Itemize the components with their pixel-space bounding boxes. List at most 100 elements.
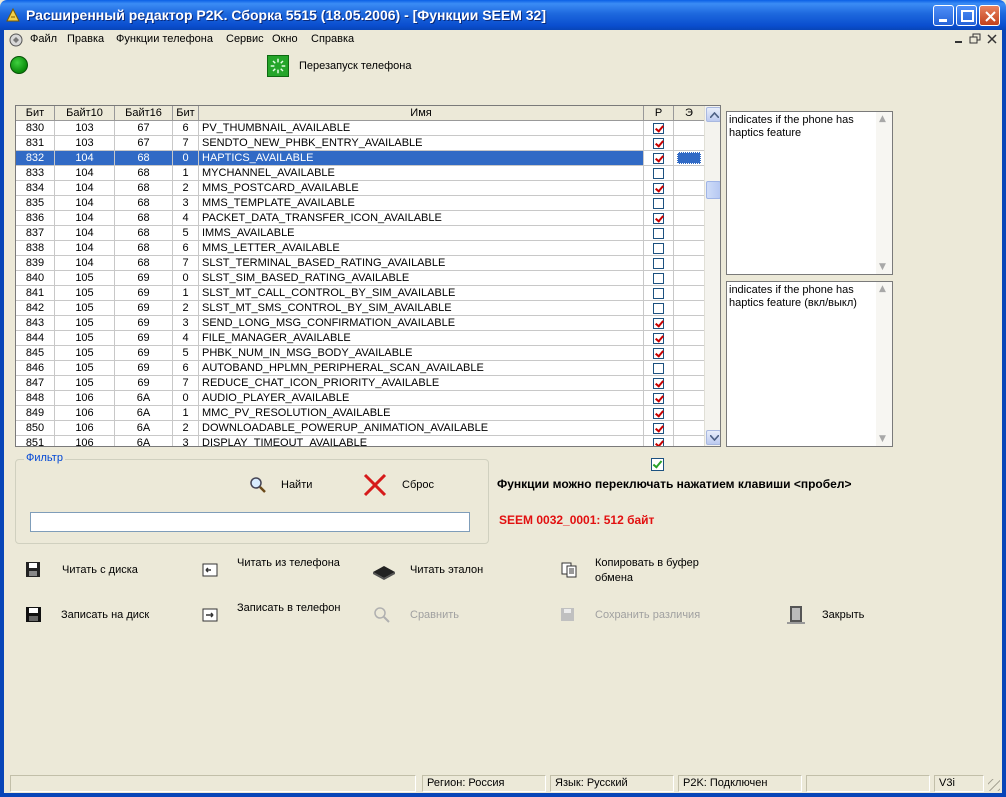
feature-checkbox[interactable] — [653, 318, 664, 329]
description-short-scrollbar[interactable]: ▲ ▼ — [876, 112, 892, 274]
table-row[interactable]: 846 105 69 6 AUTOBAND_HPLMN_PERIPHERAL_SCAN_… — [16, 361, 705, 376]
table-row[interactable]: 849 106 6A 1 MMC_PV_RESOLUTION_AVAILABLE — [16, 406, 705, 421]
table-row[interactable]: 850 106 6A 2 DOWNLOADABLE_POWERUP_ANIMATION_… — [16, 421, 705, 436]
column-header-name[interactable]: Имя — [199, 106, 644, 121]
cell-e[interactable] — [674, 166, 705, 181]
copy-to-clipboard-button[interactable]: Копировать в буфер обмена — [560, 555, 710, 585]
cell-e[interactable] — [674, 136, 705, 151]
table-row[interactable]: 840 105 69 0 SLST_SIM_BASED_RATING_AVAILABLE — [16, 271, 705, 286]
cell-e[interactable] — [674, 151, 705, 166]
close-window-button[interactable] — [979, 5, 1000, 26]
table-row[interactable]: 847 105 69 7 REDUCE_CHAT_ICON_PRIORITY_AVAIL… — [16, 376, 705, 391]
title-bar[interactable]: Расширенный редактор P2K. Сборка 5515 (1… — [0, 0, 1006, 30]
cell-e[interactable] — [674, 286, 705, 301]
description-long-box[interactable]: indicates if the phone has haptics featu… — [726, 281, 893, 447]
feature-checkbox[interactable] — [653, 183, 664, 194]
write-to-phone-button[interactable]: Записать в телефон — [200, 600, 340, 630]
read-from-phone-button[interactable]: Читать из телефона — [200, 555, 340, 585]
cell-e[interactable] — [674, 226, 705, 241]
feature-checkbox[interactable] — [653, 303, 664, 314]
feature-checkbox[interactable] — [653, 423, 664, 434]
table-row[interactable]: 843 105 69 3 SEND_LONG_MSG_CONFIRMATION_AVAI… — [16, 316, 705, 331]
cell-e[interactable] — [674, 121, 705, 136]
menu-edit[interactable]: Правка — [67, 33, 104, 45]
document-icon[interactable] — [8, 32, 24, 48]
feature-checkbox[interactable] — [653, 138, 664, 149]
description-short-box[interactable]: indicates if the phone has haptics featu… — [726, 111, 893, 275]
table-row[interactable]: 834 104 68 2 MMS_POSTCARD_AVAILABLE — [16, 181, 705, 196]
feature-checkbox[interactable] — [653, 363, 664, 374]
feature-checkbox[interactable] — [653, 273, 664, 284]
filter-input[interactable] — [30, 512, 470, 532]
table-row[interactable]: 837 104 68 5 IMMS_AVAILABLE — [16, 226, 705, 241]
mdi-close-button[interactable] — [985, 32, 999, 46]
mdi-restore-button[interactable] — [968, 32, 982, 46]
cell-e[interactable] — [674, 376, 705, 391]
table-row[interactable]: 833 104 68 1 MYCHANNEL_AVAILABLE — [16, 166, 705, 181]
description-long-scrollbar[interactable]: ▲ ▼ — [876, 282, 892, 446]
functions-grid[interactable]: Бит Байт10 Байт16 Бит Имя Р Э 830 103 67 6 P… — [15, 105, 721, 447]
menu-service[interactable]: Сервис — [226, 33, 264, 45]
cell-e[interactable] — [674, 211, 705, 226]
column-header-r[interactable]: Р — [644, 106, 674, 121]
column-header-bit[interactable]: Бит — [16, 106, 55, 121]
save-diff-button[interactable]: Сохранить различия — [558, 600, 728, 630]
feature-checkbox[interactable] — [653, 438, 664, 446]
column-header-e[interactable]: Э — [674, 106, 705, 121]
menu-window[interactable]: Окно — [272, 33, 298, 45]
compare-button[interactable]: Сравнить — [372, 600, 512, 630]
cell-e[interactable] — [674, 361, 705, 376]
table-row[interactable]: 830 103 67 6 PV_THUMBNAIL_AVAILABLE — [16, 121, 705, 136]
reset-button[interactable]: Сброс — [362, 470, 442, 500]
read-from-disk-button[interactable]: Читать с диска — [24, 555, 164, 585]
cell-e[interactable] — [674, 256, 705, 271]
feature-checkbox[interactable] — [653, 213, 664, 224]
write-to-disk-button[interactable]: Записать на диск — [24, 600, 164, 630]
feature-checkbox[interactable] — [653, 348, 664, 359]
feature-checkbox[interactable] — [653, 288, 664, 299]
scroll-down-button[interactable] — [706, 430, 720, 445]
feature-checkbox[interactable] — [653, 408, 664, 419]
maximize-button[interactable] — [956, 5, 977, 26]
table-row[interactable]: 835 104 68 3 MMS_TEMPLATE_AVAILABLE — [16, 196, 705, 211]
table-row[interactable]: 841 105 69 1 SLST_MT_CALL_CONTROL_BY_SIM_AVA… — [16, 286, 705, 301]
feature-checkbox[interactable] — [653, 378, 664, 389]
resize-grip[interactable] — [988, 779, 1000, 791]
feature-checkbox[interactable] — [653, 228, 664, 239]
cell-e[interactable] — [674, 316, 705, 331]
table-row[interactable]: 851 106 6A 3 DISPLAY_TIMEOUT_AVAILABLE — [16, 436, 705, 446]
close-button[interactable]: Закрыть — [786, 600, 886, 630]
table-row[interactable]: 845 105 69 5 PHBK_NUM_IN_MSG_BODY_AVAILABLE — [16, 346, 705, 361]
minimize-button[interactable] — [933, 5, 954, 26]
scroll-thumb[interactable] — [706, 181, 720, 199]
menu-file[interactable]: Файл — [30, 33, 57, 45]
scroll-up-button[interactable] — [706, 107, 720, 122]
feature-checkbox[interactable] — [653, 243, 664, 254]
cell-e[interactable] — [674, 346, 705, 361]
mdi-minimize-button[interactable] — [952, 32, 966, 46]
table-row[interactable]: 832 104 68 0 HAPTICS_AVAILABLE — [16, 151, 705, 166]
feature-checkbox[interactable] — [653, 258, 664, 269]
feature-checkbox[interactable] — [653, 393, 664, 404]
feature-checkbox[interactable] — [653, 168, 664, 179]
cell-e[interactable] — [674, 421, 705, 436]
cell-e[interactable] — [674, 331, 705, 346]
column-header-subbit[interactable]: Бит — [173, 106, 199, 121]
cell-e[interactable] — [674, 241, 705, 256]
cell-e[interactable] — [674, 301, 705, 316]
cell-e[interactable] — [674, 196, 705, 211]
menu-help[interactable]: Справка — [311, 33, 354, 45]
cell-e[interactable] — [674, 391, 705, 406]
cell-e[interactable] — [674, 406, 705, 421]
feature-checkbox[interactable] — [653, 333, 664, 344]
cell-e[interactable] — [674, 436, 705, 446]
table-row[interactable]: 842 105 69 2 SLST_MT_SMS_CONTROL_BY_SIM_AVAI… — [16, 301, 705, 316]
table-row[interactable]: 838 104 68 6 MMS_LETTER_AVAILABLE — [16, 241, 705, 256]
space-toggle-checkbox[interactable] — [651, 458, 664, 471]
feature-checkbox[interactable] — [653, 153, 664, 164]
find-button[interactable]: Найти — [248, 470, 328, 500]
feature-checkbox[interactable] — [653, 123, 664, 134]
table-row[interactable]: 844 105 69 4 FILE_MANAGER_AVAILABLE — [16, 331, 705, 346]
table-row[interactable]: 831 103 67 7 SENDTO_NEW_PHBK_ENTRY_AVAILABLE — [16, 136, 705, 151]
cell-e[interactable] — [674, 181, 705, 196]
